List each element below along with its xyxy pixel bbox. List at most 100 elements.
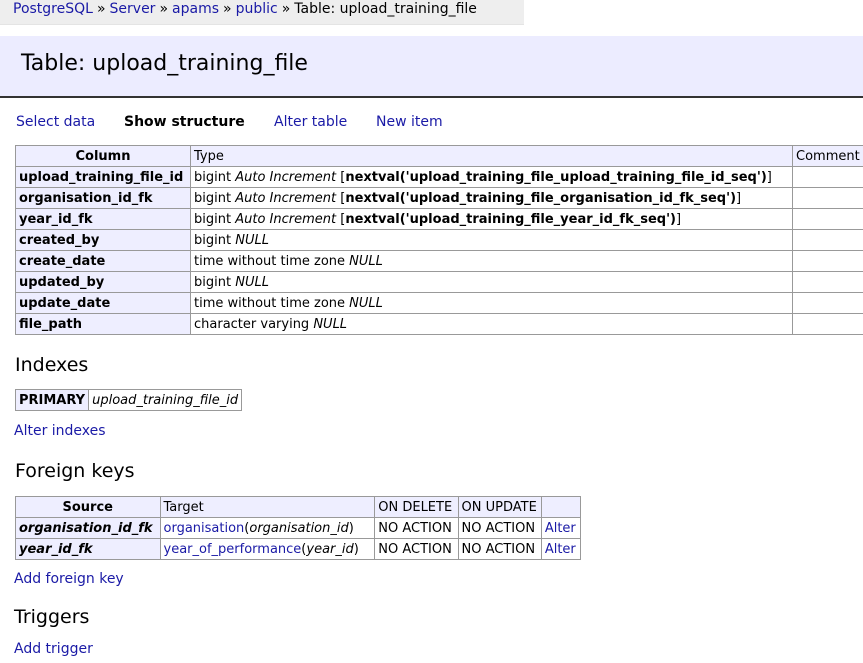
table-row: created_by bigint NULL bbox=[15, 229, 863, 251]
fk-on-delete: NO ACTION bbox=[374, 538, 459, 560]
type-attribute: Auto Increment bbox=[235, 190, 337, 206]
foreign-keys-heading: Foreign keys bbox=[15, 460, 135, 482]
select-data-link[interactable]: Select data bbox=[16, 114, 95, 130]
column-name: file_path bbox=[15, 313, 191, 335]
foreign-keys-table: Source Target ON DELETE ON UPDATE organi… bbox=[15, 496, 582, 560]
column-comment bbox=[792, 229, 863, 251]
index-type: PRIMARY bbox=[14, 389, 90, 411]
show-structure-label: Show structure bbox=[124, 114, 245, 130]
breadcrumb-link-driver[interactable]: PostgreSQL bbox=[13, 1, 93, 17]
alter-indexes-link[interactable]: Alter indexes bbox=[14, 423, 106, 439]
table-row: update_date time without time zone NULL bbox=[15, 292, 863, 314]
column-type: bigint Auto Increment [nextval('upload_t… bbox=[190, 166, 793, 188]
table-row: PRIMARY upload_training_file_id bbox=[14, 389, 243, 411]
fk-header-row: Source Target ON DELETE ON UPDATE bbox=[15, 496, 582, 518]
breadcrumb-link-database[interactable]: apams bbox=[172, 1, 219, 17]
breadcrumb-link-schema[interactable]: public bbox=[236, 1, 278, 17]
fk-source-column: year_id_fk bbox=[19, 541, 93, 557]
type-header: Type bbox=[190, 145, 793, 167]
column-comment bbox=[792, 313, 863, 335]
fk-source-column: organisation_id_fk bbox=[19, 520, 153, 536]
indexes-heading: Indexes bbox=[15, 354, 89, 376]
table-row: organisation_id_fk bigint Auto Increment… bbox=[15, 187, 863, 209]
add-trigger-link[interactable]: Add trigger bbox=[14, 641, 93, 657]
type-attribute: Auto Increment bbox=[235, 169, 337, 185]
default-value: nextval('upload_training_file_upload_tra… bbox=[345, 169, 767, 185]
table-row: year_id_fk year_of_performance(year_id) … bbox=[15, 538, 582, 560]
fk-target-table-link[interactable]: organisation bbox=[164, 521, 245, 536]
column-type: time without time zone NULL bbox=[190, 292, 793, 314]
table-row: year_id_fk bigint Auto Increment [nextva… bbox=[15, 208, 863, 230]
column-header: Column bbox=[15, 145, 191, 167]
source-header: Source bbox=[15, 496, 161, 518]
column-name: update_date bbox=[15, 292, 191, 314]
breadcrumb-separator: » bbox=[223, 1, 232, 17]
fk-alter-link[interactable]: Alter bbox=[545, 542, 576, 557]
type-attribute: Auto Increment bbox=[235, 211, 337, 227]
type-name: character varying bbox=[194, 316, 310, 332]
comment-header: Comment bbox=[792, 145, 863, 167]
breadcrumb-separator: » bbox=[159, 1, 169, 17]
triggers-heading: Triggers bbox=[14, 606, 90, 628]
type-name: time without time zone bbox=[194, 295, 346, 311]
column-type: character varying NULL bbox=[190, 313, 793, 335]
type-attribute: NULL bbox=[349, 295, 383, 311]
column-name: organisation_id_fk bbox=[15, 187, 191, 209]
new-item-link[interactable]: New item bbox=[376, 114, 443, 130]
type-name: bigint bbox=[194, 169, 232, 185]
title-bar: Table: upload_training_file bbox=[0, 36, 863, 98]
column-comment bbox=[792, 271, 863, 293]
default-value: nextval('upload_training_file_organisati… bbox=[345, 190, 737, 206]
column-name: upload_training_file_id bbox=[15, 166, 191, 188]
column-type: bigint Auto Increment [nextval('upload_t… bbox=[190, 208, 793, 230]
table-row: upload_training_file_id bigint Auto Incr… bbox=[15, 166, 863, 188]
on-update-header: ON UPDATE bbox=[457, 496, 542, 518]
type-attribute: NULL bbox=[235, 274, 269, 290]
type-attribute: NULL bbox=[349, 253, 383, 269]
column-name: year_id_fk bbox=[15, 208, 191, 230]
column-type: bigint Auto Increment [nextval('upload_t… bbox=[190, 187, 793, 209]
fk-target: organisation(organisation_id) bbox=[159, 517, 376, 539]
breadcrumb-link-server[interactable]: Server bbox=[110, 1, 156, 17]
type-name: bigint bbox=[194, 211, 232, 227]
column-comment bbox=[792, 250, 863, 272]
fk-source: organisation_id_fk bbox=[15, 517, 161, 539]
column-type: bigint NULL bbox=[190, 271, 793, 293]
table-row: updated_by bigint NULL bbox=[15, 271, 863, 293]
type-name: time without time zone bbox=[194, 253, 346, 269]
target-header: Target bbox=[159, 496, 376, 518]
breadcrumb-current: Table: upload_training_file bbox=[294, 1, 477, 17]
indexes-table: PRIMARY upload_training_file_id bbox=[14, 389, 243, 411]
fk-alter-link[interactable]: Alter bbox=[545, 521, 576, 536]
column-comment bbox=[792, 187, 863, 209]
column-type: bigint NULL bbox=[190, 229, 793, 251]
add-foreign-key-link[interactable]: Add foreign key bbox=[14, 571, 124, 587]
alter-table-link[interactable]: Alter table bbox=[274, 114, 347, 130]
default-value: nextval('upload_training_file_year_id_fk… bbox=[345, 211, 677, 227]
table-row: create_date time without time zone NULL bbox=[15, 250, 863, 272]
action-header bbox=[540, 496, 582, 518]
structure-table: Column Type Comment upload_training_file… bbox=[15, 145, 863, 335]
fk-on-delete: NO ACTION bbox=[374, 517, 459, 539]
type-name: bigint bbox=[194, 232, 232, 248]
fk-target-table-link[interactable]: year_of_performance bbox=[164, 542, 302, 557]
type-name: bigint bbox=[194, 274, 232, 290]
fk-target-column: organisation_id bbox=[249, 520, 349, 536]
breadcrumb-separator: » bbox=[281, 1, 291, 17]
page-title: Table: upload_training_file bbox=[21, 51, 308, 76]
index-columns: upload_training_file_id bbox=[88, 389, 243, 411]
column-comment bbox=[792, 166, 863, 188]
type-attribute: NULL bbox=[313, 316, 348, 332]
table-row: organisation_id_fk organisation(organisa… bbox=[15, 517, 582, 539]
column-comment bbox=[792, 208, 863, 230]
column-name: updated_by bbox=[15, 271, 191, 293]
breadcrumb: PostgreSQL» Server» apams» public» Table: up… bbox=[0, 0, 524, 25]
fk-on-update: NO ACTION bbox=[457, 517, 542, 539]
breadcrumb-separator: » bbox=[96, 1, 106, 17]
fk-source: year_id_fk bbox=[15, 538, 161, 560]
type-attribute: NULL bbox=[235, 232, 269, 248]
type-name: bigint bbox=[194, 190, 232, 206]
fk-target: year_of_performance(year_id) bbox=[159, 538, 376, 560]
fk-target-column: year_id bbox=[306, 541, 354, 557]
structure-header-row: Column Type Comment bbox=[15, 145, 863, 167]
